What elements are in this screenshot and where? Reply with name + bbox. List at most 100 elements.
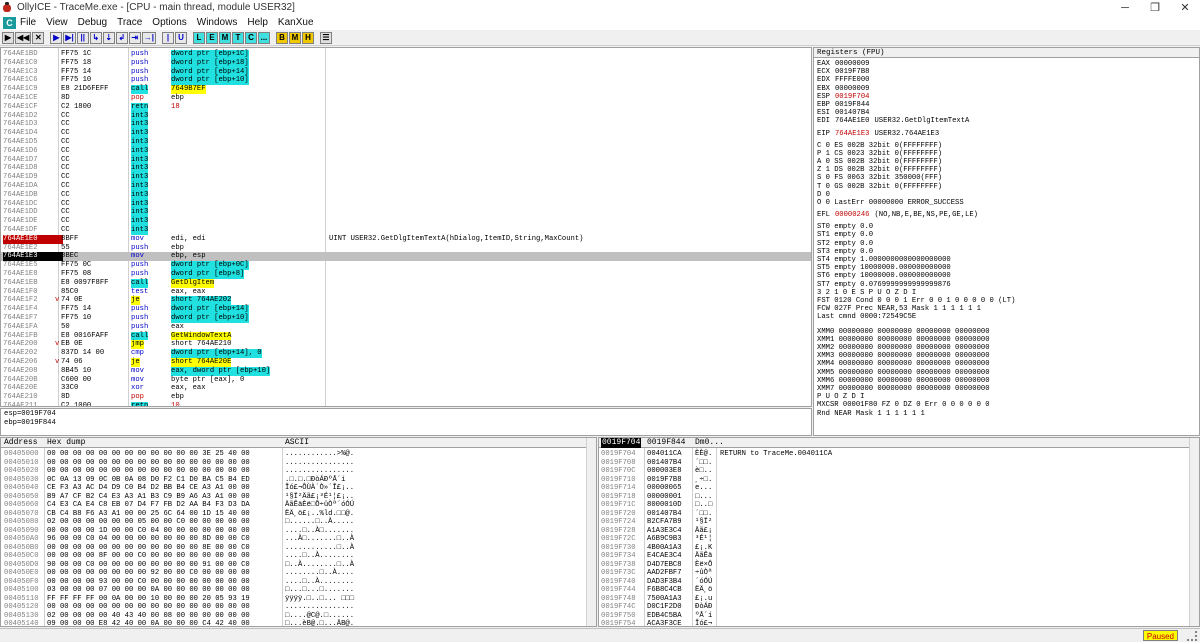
open-button[interactable]: ▶ xyxy=(2,31,14,44)
disasm-row[interactable]: 764AE1FA 50 push eax xyxy=(1,323,811,332)
disasm-row[interactable]: 764AE1F4 FF75 14 push dword ptr [ebp+14] xyxy=(1,305,811,314)
eip-value[interactable]: 764AE1E3 xyxy=(835,130,870,138)
register-value[interactable]: 00000009 xyxy=(835,85,870,93)
resize-grip-icon[interactable] xyxy=(1187,631,1197,641)
menu-file[interactable]: File xyxy=(20,17,36,28)
step-into-button[interactable]: ↳ xyxy=(89,31,102,44)
disassembly-pane[interactable]: 764AE1BD FF75 1C push dword ptr [ebp+1C] 764… xyxy=(0,47,812,407)
dump-scrollbar[interactable] xyxy=(586,438,596,626)
disasm-row[interactable]: 764AE1D7 CC int3 xyxy=(1,155,811,165)
disasm-row[interactable]: 764AE1E5 FF75 0C push dword ptr [ebp+0C] xyxy=(1,261,811,270)
menu-options[interactable]: Options xyxy=(152,17,186,28)
stack-header-dm[interactable]: Dm0... xyxy=(695,438,724,448)
pause-button[interactable]: || xyxy=(76,31,89,44)
disasm-row[interactable]: 764AE1E8 FF75 08 push dword ptr [ebp+8] xyxy=(1,270,811,279)
menu-trace[interactable]: Trace xyxy=(117,17,142,28)
cpu-window-icon[interactable]: C xyxy=(3,16,16,29)
step-over-button[interactable]: ⇣ xyxy=(102,31,115,44)
restart-button[interactable]: ◀◀ xyxy=(15,31,32,44)
stack-pane[interactable]: 0019F704 0019F844 Dm0... 0019F704 004011C… xyxy=(598,437,1200,627)
minimize-button[interactable]: ─ xyxy=(1110,2,1140,14)
disasm-row[interactable]: 764AE1C9 E8 21D6FEFF call 7649B7EF xyxy=(1,85,811,94)
run-button[interactable]: ▶ xyxy=(50,31,63,44)
disasm-row[interactable]: 764AE1D8 CC int3 xyxy=(1,164,811,174)
close-program-button[interactable]: ✕ xyxy=(32,31,45,44)
goto-button[interactable]: | xyxy=(161,31,174,44)
register-value[interactable]: 0019F7B8 xyxy=(835,68,870,76)
disasm-row[interactable]: 764AE1C6 FF75 10 push dword ptr [ebp+10] xyxy=(1,76,811,86)
cpu-button[interactable]: C xyxy=(244,31,257,44)
disasm-row[interactable]: 764AE1FB E8 0016FAFF call GetWindowTextA xyxy=(1,331,811,341)
disasm-row[interactable]: 764AE200 v EB 0E jmp short 764AE210 xyxy=(1,340,811,350)
disasm-row[interactable]: 764AE206 v 74 06 je short 764AE20E xyxy=(1,358,811,367)
threads-button[interactable]: T xyxy=(231,31,244,44)
run-thread-button[interactable]: ▶| xyxy=(63,31,76,44)
disasm-row[interactable]: 764AE20E 33C0 xor eax, eax xyxy=(1,384,811,393)
menu-view[interactable]: View xyxy=(46,17,68,28)
hex-dump-pane[interactable]: Address Hex dump ASCII 00405000 00 00 00 … xyxy=(0,437,597,627)
disasm-row[interactable]: 764AE1D6 CC int3 xyxy=(1,146,811,156)
disasm-row[interactable]: 764AE20B C600 00 mov byte ptr [eax], 0 xyxy=(1,376,811,385)
register-value[interactable]: FFFFE000 xyxy=(835,76,870,84)
disasm-row[interactable]: 764AE1D5 CC int3 xyxy=(1,138,811,147)
log-window-button[interactable]: L xyxy=(192,31,205,44)
user-code-button[interactable]: U xyxy=(174,31,187,44)
disasm-row[interactable]: 764AE1DC CC int3 xyxy=(1,199,811,209)
efl-value[interactable]: 00000246 xyxy=(835,211,870,219)
disasm-row[interactable]: 764AE210 8D pop ebp xyxy=(1,393,811,402)
disasm-row[interactable]: 764AE1CF C2 1800 retn 18 xyxy=(1,102,811,112)
registers-pane[interactable]: Registers (FPU) EAX 00000009 ECX 0019F7B8 ED… xyxy=(813,47,1200,436)
register-value[interactable]: 0019F844 xyxy=(835,101,870,109)
disasm-row[interactable]: 764AE208 8B45 10 mov eax, dword ptr [ebp+10… xyxy=(1,366,811,376)
dump-header-address[interactable]: Address xyxy=(4,438,38,448)
register-value[interactable]: 0019F704 xyxy=(835,93,870,101)
trace-into-button[interactable]: ↲ xyxy=(115,31,128,44)
disasm-row[interactable]: 764AE1DA CC int3 xyxy=(1,182,811,191)
menu-help[interactable]: Help xyxy=(247,17,268,28)
stack-header-esp[interactable]: 0019F704 xyxy=(601,438,642,448)
disasm-row[interactable]: 764AE1D3 CC int3 xyxy=(1,120,811,130)
disasm-row[interactable]: 764AE1F2 v 74 0E je short 764AE202 xyxy=(1,296,811,306)
breakpoints-button[interactable]: B xyxy=(275,31,288,44)
menu-kanxue[interactable]: KanXue xyxy=(278,17,314,28)
stack-scrollbar[interactable] xyxy=(1189,438,1199,626)
menu-debug[interactable]: Debug xyxy=(78,17,107,28)
disasm-row[interactable]: 764AE1D2 CC int3 xyxy=(1,111,811,121)
disasm-row[interactable]: 764AE1E0 8BFF mov edi, edi UINT USER32.GetDl… xyxy=(1,234,811,244)
register-value[interactable]: 00000009 xyxy=(835,60,870,68)
disasm-row[interactable]: 764AE1D4 CC int3 xyxy=(1,129,811,138)
disasm-row[interactable]: 764AE1F0 85C0 test eax, eax xyxy=(1,288,811,297)
disasm-row[interactable]: 764AE211 C2 1000 retn 10 xyxy=(1,402,811,406)
stack-header-ebp[interactable]: 0019F844 xyxy=(647,438,685,448)
list-icon[interactable]: ☰ xyxy=(319,31,332,44)
disasm-row[interactable]: 764AE1CE 8D pop ebp xyxy=(1,94,811,103)
executables-button[interactable]: E xyxy=(205,31,218,44)
register-value[interactable]: 764AE1E0 xyxy=(835,117,870,125)
register-value[interactable]: 001407B4 xyxy=(835,109,870,117)
dump-header-ascii[interactable]: ASCII xyxy=(285,438,309,448)
patches-button[interactable]: ... xyxy=(257,31,270,44)
disasm-row[interactable]: 764AE202 837D 14 00 cmp dword ptr [ebp+14],… xyxy=(1,349,811,358)
disasm-row[interactable]: 764AE1EB E8 0097F8FF call GetDlgItem xyxy=(1,278,811,288)
disasm-row[interactable]: 764AE1DD CC int3 xyxy=(1,208,811,218)
disasm-row[interactable]: 764AE1DF CC int3 xyxy=(1,226,811,235)
disasm-row[interactable]: 764AE1BD FF75 1C push dword ptr [ebp+1C] xyxy=(1,50,811,59)
disasm-row[interactable]: 764AE1E2 55 push ebp xyxy=(1,244,811,253)
disasm-row[interactable]: 764AE1DB CC int3 xyxy=(1,190,811,200)
memory-breakpoints-button[interactable]: M xyxy=(288,31,301,44)
memory-map-button[interactable]: M xyxy=(218,31,231,44)
trace-over-button[interactable]: ⇥ xyxy=(128,31,141,44)
disasm-row[interactable]: 764AE1E3 8BEC mov ebp, esp xyxy=(1,252,811,262)
hardware-breakpoints-button[interactable]: H xyxy=(301,31,314,44)
disasm-row[interactable]: 764AE1C3 FF75 14 push dword ptr [ebp+14] xyxy=(1,67,811,77)
disasm-row[interactable]: 764AE1DE CC int3 xyxy=(1,217,811,226)
restore-button[interactable]: ❐ xyxy=(1140,1,1170,14)
execute-till-return-button[interactable]: →| xyxy=(141,31,156,44)
disasm-row[interactable]: 764AE1C0 FF75 18 push dword ptr [ebp+18] xyxy=(1,58,811,68)
registers-header[interactable]: Registers (FPU) xyxy=(814,48,1199,58)
close-button[interactable]: ✕ xyxy=(1170,1,1200,14)
dump-header-hex[interactable]: Hex dump xyxy=(47,438,85,448)
disasm-row[interactable]: 764AE1F7 FF75 10 push dword ptr [ebp+10] xyxy=(1,314,811,323)
menu-windows[interactable]: Windows xyxy=(197,17,238,28)
disasm-row[interactable]: 764AE1D9 CC int3 xyxy=(1,173,811,182)
